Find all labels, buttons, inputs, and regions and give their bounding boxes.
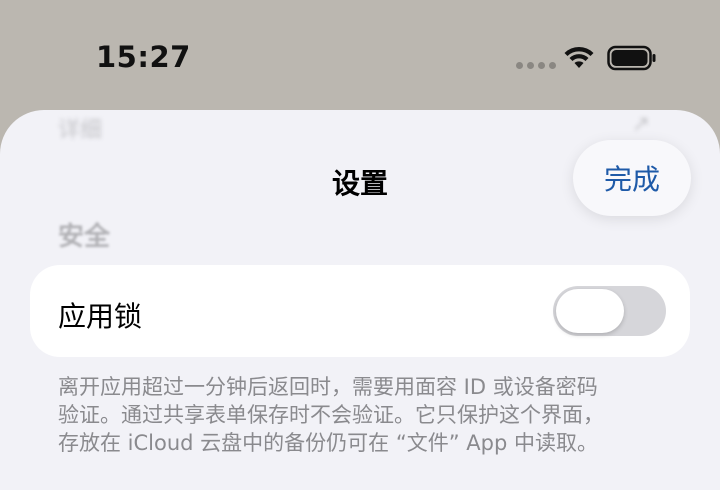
wifi-icon (564, 46, 594, 68)
app-lock-toggle[interactable] (553, 286, 666, 336)
done-button[interactable]: 完成 (573, 140, 691, 216)
app-lock-row: 应用锁 (30, 265, 690, 357)
app-lock-label: 应用锁 (58, 300, 143, 333)
cellular-signal-icon (516, 62, 556, 69)
settings-sheet: 详细 ↗ 设置 完成 安全 应用锁 离开应用超过一分钟后返回时，需要用面容 ID… (0, 110, 720, 490)
toggle-knob (556, 289, 624, 333)
footnote-line: 离开应用超过一分钟后返回时，需要用面容 ID 或设备密码 (58, 375, 598, 399)
ghost-row-label: 详细 (58, 118, 103, 143)
app-lock-footnote: 离开应用超过一分钟后返回时，需要用面容 ID 或设备密码 验证。通过共享表单保存… (58, 373, 678, 457)
footnote-line: 验证。通过共享表单保存时不会验证。它只保护这个界面， (58, 403, 604, 427)
status-time: 15:27 (96, 40, 191, 74)
footnote-line: 存放在 iCloud 云盘中的备份仍可在 “文件” App 中读取。 (58, 431, 598, 455)
ghost-row-icon: ↗ (631, 112, 650, 137)
section-header-security: 安全 (58, 222, 111, 252)
battery-icon (607, 45, 656, 71)
